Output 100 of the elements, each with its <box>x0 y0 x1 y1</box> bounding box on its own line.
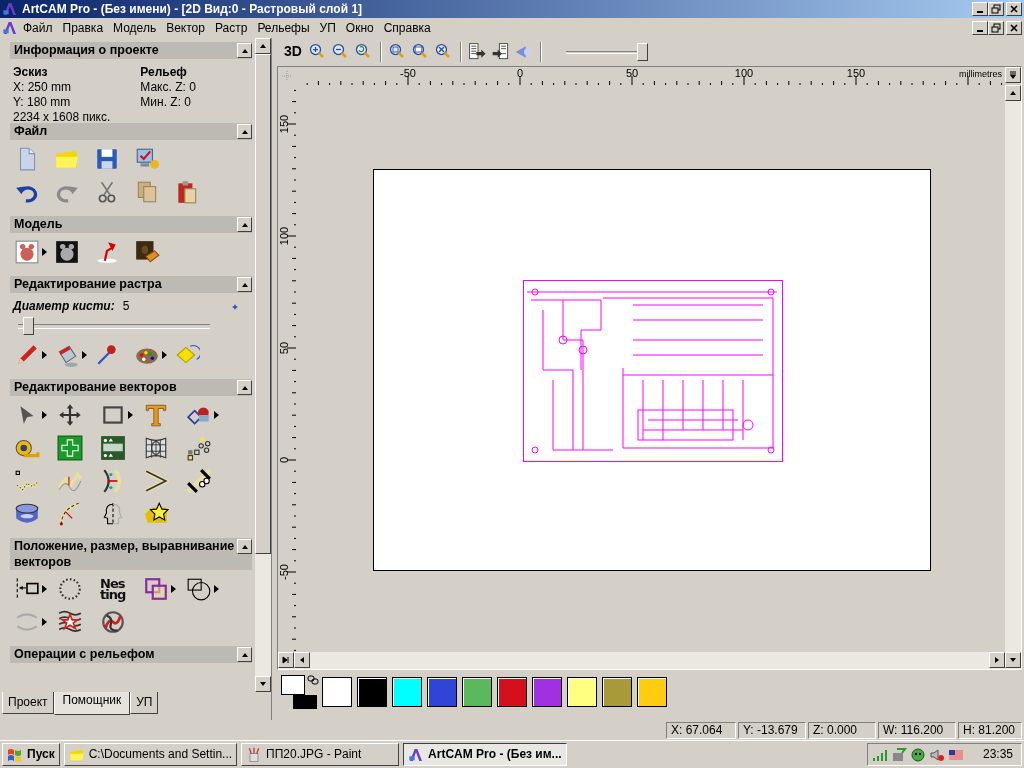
angle-icon[interactable] <box>143 467 169 494</box>
layer-arrow-icon[interactable] <box>467 42 488 62</box>
panel-tab[interactable]: УП <box>130 692 159 714</box>
plus-icon[interactable] <box>57 434 83 461</box>
slider-thumb[interactable] <box>22 317 34 335</box>
nesting-tool-button[interactable]: Nes ting <box>100 577 126 600</box>
info-text: Макс. Z: 0 <box>140 80 196 95</box>
color-swatch[interactable] <box>392 677 422 707</box>
view-3d-button[interactable]: 3D <box>281 43 305 61</box>
scroll-end-icon[interactable] <box>281 655 291 665</box>
section-title: Положение, размер, выравнивание векторов <box>14 539 236 571</box>
color-swatch[interactable] <box>532 677 562 707</box>
caret-icon[interactable] <box>42 410 47 419</box>
color-swatch[interactable] <box>427 677 457 707</box>
picture-frame-icon[interactable] <box>14 238 40 265</box>
link-icon[interactable] <box>307 675 319 685</box>
page-arrow-icon[interactable] <box>490 42 511 62</box>
foreground-color[interactable] <box>281 675 305 695</box>
status-field: H: 81.200 <box>958 721 1022 739</box>
brush-label: Диаметр кисти: <box>13 299 115 314</box>
status-field: Z: 0.000 <box>808 721 876 739</box>
section-title: Файл <box>14 124 48 140</box>
dot-array-icon[interactable] <box>186 434 212 461</box>
sparkle-icon <box>232 303 238 310</box>
slider-thumb[interactable] <box>636 43 648 61</box>
ruler-label: 0 <box>516 67 524 79</box>
section-title: Информация о проекте <box>14 43 159 59</box>
ruler-label: 100 <box>734 67 754 79</box>
menu-item[interactable]: Файл <box>18 20 58 36</box>
cut-lines-icon[interactable] <box>186 467 212 494</box>
ruler-label: 0 <box>278 456 290 464</box>
bug-icon[interactable] <box>909 746 926 763</box>
document-logo-icon[interactable] <box>2 20 18 36</box>
menu-item[interactable]: Рельефы <box>252 20 315 36</box>
status-field: X: 67.064 <box>666 721 736 739</box>
color-swatch[interactable] <box>322 677 352 707</box>
task-label: ПП20.JPG - Paint <box>266 747 362 762</box>
profile-outline-icon[interactable] <box>100 500 126 527</box>
section-title: Модель <box>14 217 63 233</box>
info-text: 2234 x 1608 пикс. <box>13 110 111 125</box>
section-title: Редактирование векторов <box>14 380 177 396</box>
caret-icon[interactable] <box>214 410 219 419</box>
caret-icon[interactable] <box>42 247 47 256</box>
color-swatch[interactable] <box>357 677 387 707</box>
info-text: Мин. Z: 0 <box>140 95 192 110</box>
ruler-label: 150 <box>278 114 290 134</box>
taskbar-button[interactable]: C:\Documents and Settin... <box>63 743 238 766</box>
ruler-label: -50 <box>400 67 416 79</box>
knot-icon[interactable] <box>100 608 126 635</box>
caret-icon[interactable] <box>162 350 167 359</box>
color-swatch[interactable] <box>602 677 632 707</box>
overlapping-squares-icon[interactable] <box>143 575 169 602</box>
panel-tab[interactable]: Помощник <box>53 692 131 715</box>
caret-icon[interactable] <box>82 350 87 359</box>
ruler-label: 50 <box>625 67 639 79</box>
caret-icon[interactable] <box>42 617 47 626</box>
menu-item[interactable]: Модель <box>108 20 162 36</box>
background-color[interactable] <box>293 695 317 709</box>
task-label: C:\Documents and Settin... <box>88 747 233 762</box>
ruler-label: 150 <box>846 67 866 79</box>
start-button[interactable]: Пуск <box>2 743 60 766</box>
menu-item[interactable]: УП <box>314 20 341 36</box>
menu-item[interactable]: Справка <box>378 20 436 36</box>
panel-tab[interactable]: Проект <box>2 692 54 714</box>
caret-icon[interactable] <box>128 410 133 419</box>
caret-icon[interactable] <box>171 584 176 593</box>
four-color-flag-icon <box>7 746 23 763</box>
clock: 23:35 <box>982 747 1013 762</box>
column-heading: Рельеф <box>140 65 188 80</box>
scroll-thumb[interactable] <box>255 54 271 554</box>
color-swatch[interactable] <box>637 677 667 707</box>
color-swatch[interactable] <box>462 677 492 707</box>
taskbar-button[interactable]: ArtCAM Pro - (Без им... <box>403 743 567 766</box>
info-text: Y: 180 mm <box>13 95 72 110</box>
caret-icon[interactable] <box>42 584 47 593</box>
menu-item[interactable]: Окно <box>340 20 379 36</box>
menu-item[interactable]: Растр <box>209 20 253 36</box>
ruler-label: 100 <box>278 226 290 246</box>
color-swatch[interactable] <box>567 677 597 707</box>
column-heading: Эскиз <box>13 65 49 80</box>
caret-icon[interactable] <box>42 350 47 359</box>
ruler-unit: millimetres <box>959 69 1002 79</box>
app-logo-icon <box>2 1 18 17</box>
task-label: ArtCAM Pro - (Без им... <box>428 747 562 762</box>
bear-icon[interactable] <box>54 238 80 265</box>
menu-item[interactable]: Правка <box>57 20 109 36</box>
color-swatch[interactable] <box>497 677 527 707</box>
dotted-circle-icon[interactable] <box>57 575 83 602</box>
text-grid-icon[interactable] <box>100 434 126 461</box>
ruler-label: 50 <box>278 341 290 355</box>
menu-item[interactable]: Вектор <box>161 20 210 36</box>
wave-star-icon[interactable] <box>57 608 83 635</box>
framed-picture-icon[interactable] <box>134 238 160 265</box>
status-field: Y: -13.679 <box>738 721 806 739</box>
status-field: W: 116.200 <box>878 721 956 739</box>
scrollbar[interactable] <box>255 38 271 692</box>
caret-icon[interactable] <box>214 584 219 593</box>
taskbar-button[interactable]: ПП20.JPG - Paint <box>241 743 400 766</box>
info-text: X: 250 mm <box>13 80 73 95</box>
section-title: Редактирование растра <box>14 277 162 293</box>
